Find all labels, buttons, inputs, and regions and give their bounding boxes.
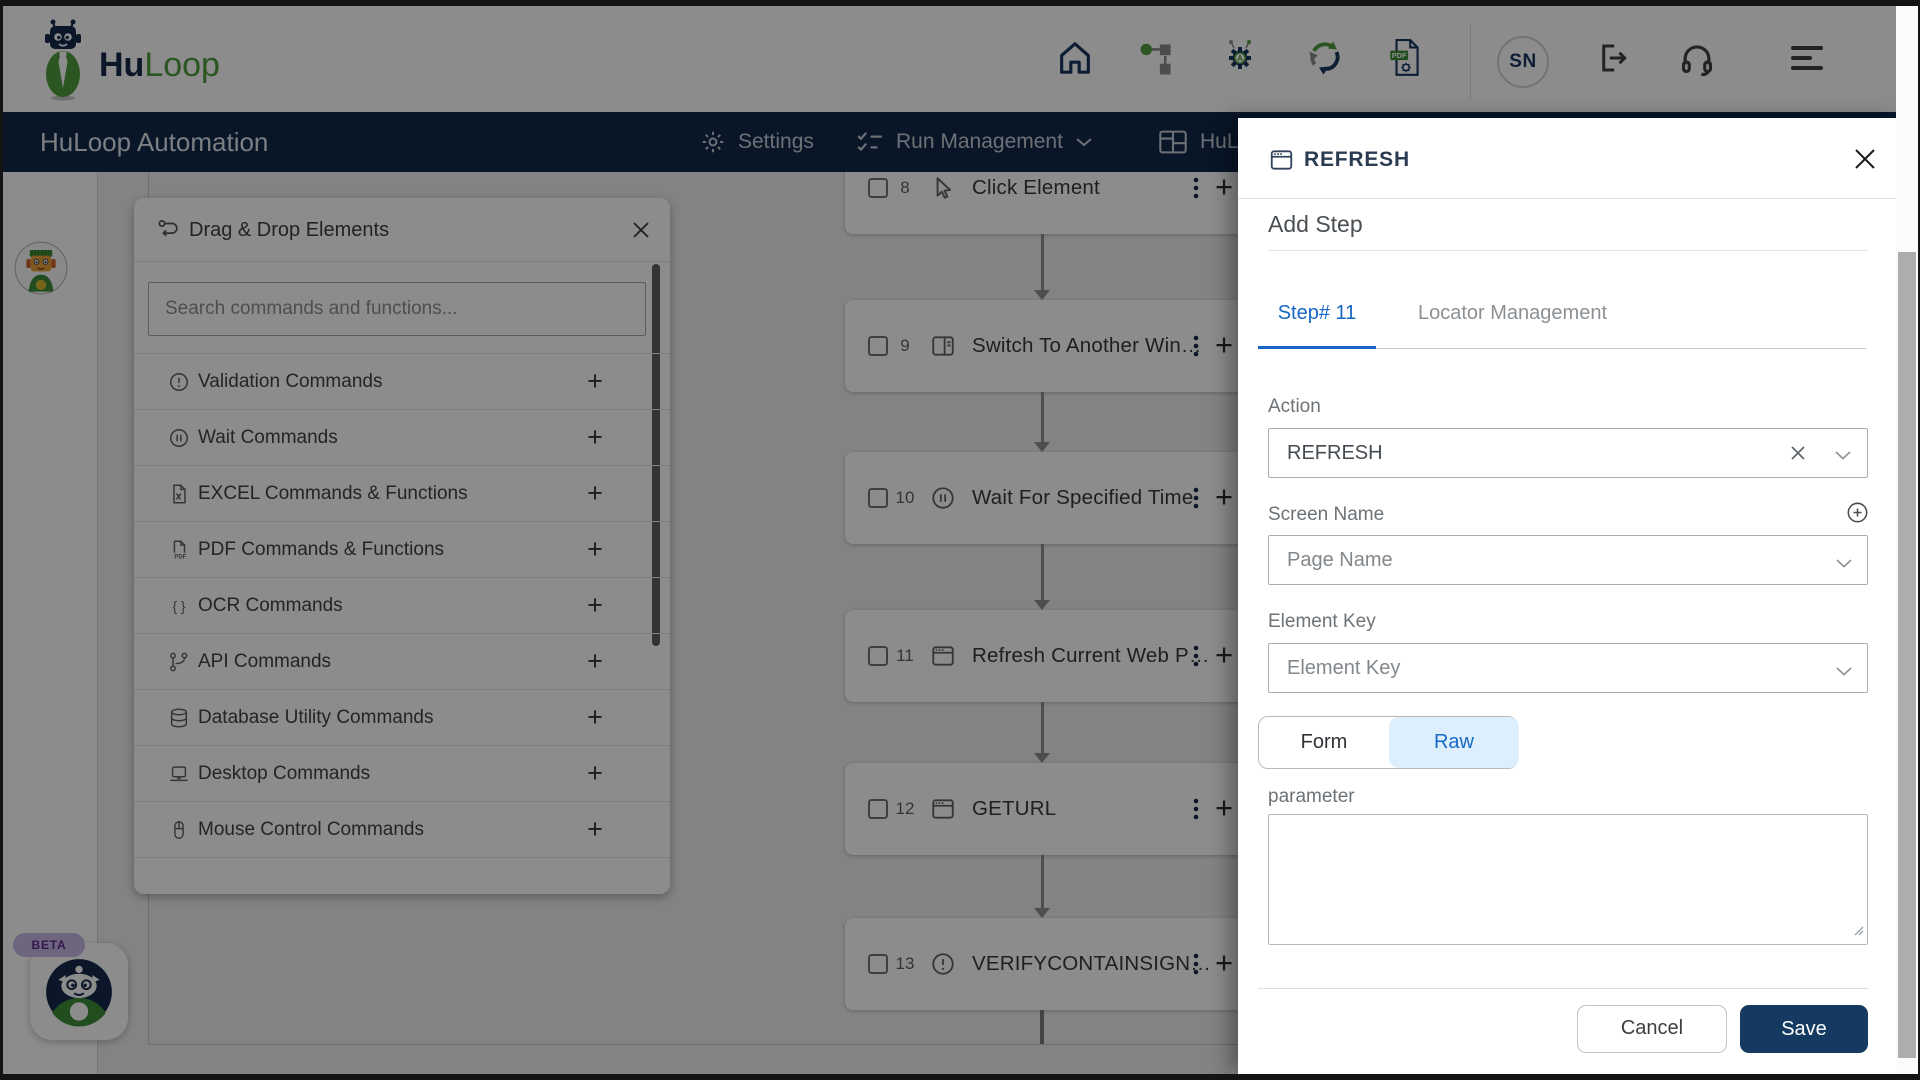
chevron-down-icon [1835,556,1853,574]
app-window: HuLoop A [0,0,1920,1080]
page: HuLoop A [3,6,1896,1074]
clear-icon[interactable] [1790,445,1806,466]
page-scrollbar-thumb[interactable] [1898,252,1916,1058]
action-label: Action [1268,396,1321,418]
element-key-placeholder: Element Key [1287,644,1400,692]
chevron-down-icon[interactable] [1834,448,1852,466]
element-key-select[interactable]: Element Key [1268,643,1868,693]
close-icon[interactable] [1852,146,1878,177]
chevron-down-icon [1835,664,1853,682]
add-step-drawer: REFRESH Add Step Step# 11 Locator Manage… [1238,118,1896,1074]
save-button[interactable]: Save [1740,1005,1868,1053]
element-key-label: Element Key [1268,611,1376,633]
tab-locator-management[interactable]: Locator Management [1418,298,1607,328]
screen-name-label: Screen Name [1268,504,1384,526]
browser-window-icon [1268,147,1295,178]
raw-toggle-button[interactable]: Raw [1389,717,1519,768]
screen-name-select[interactable]: Page Name [1268,535,1868,585]
resize-handle-icon[interactable] [1853,924,1865,942]
page-scrollbar [1896,6,1918,1074]
active-tab-indicator [1258,346,1376,349]
parameter-label: parameter [1268,786,1355,808]
screen-name-placeholder: Page Name [1287,536,1393,584]
section-heading: Add Step [1268,211,1363,238]
divider [1238,198,1896,199]
tab-step-11[interactable]: Step# 11 [1258,298,1376,328]
form-toggle-button[interactable]: Form [1259,717,1389,768]
cancel-button[interactable]: Cancel [1577,1005,1727,1053]
divider [1268,250,1868,251]
add-screen-icon[interactable] [1846,501,1869,529]
divider [1258,988,1868,989]
form-raw-toggle: Form Raw [1258,716,1518,769]
parameter-textarea[interactable] [1269,815,1867,944]
parameter-field-frame [1268,814,1868,945]
action-input[interactable] [1268,428,1868,478]
drawer-title: REFRESH [1304,146,1410,174]
